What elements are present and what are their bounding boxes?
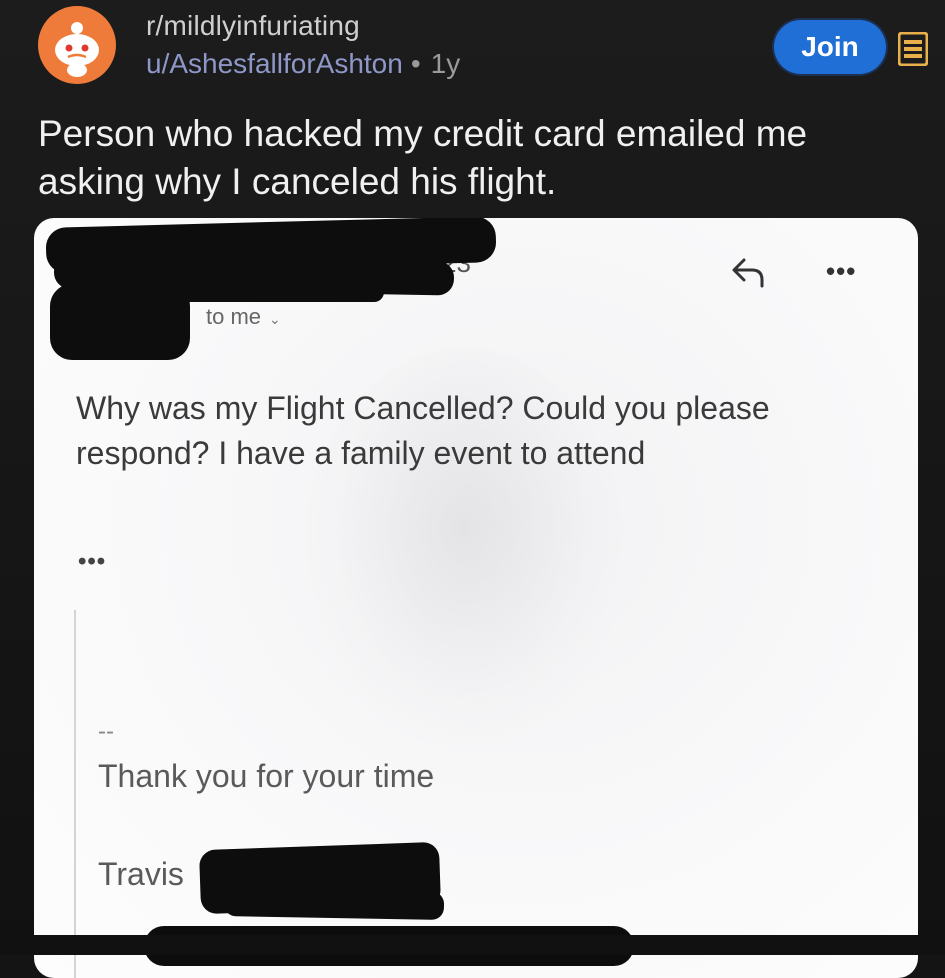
signature-dashes: -- bbox=[98, 718, 114, 745]
join-button[interactable]: Join bbox=[774, 20, 886, 74]
subreddit-name[interactable]: r/mildlyinfuriating bbox=[146, 10, 360, 42]
recipient-line[interactable]: to me ⌄ bbox=[206, 304, 281, 330]
signature-thanks: Thank you for your time bbox=[98, 758, 435, 794]
email-screenshot: 23 ••• to me⌄ Why was my Flight Cancelle… bbox=[34, 218, 918, 978]
menu-icon[interactable] bbox=[898, 32, 928, 66]
sender-redaction-strip bbox=[174, 282, 384, 302]
chevron-down-icon: ⌄ bbox=[269, 311, 281, 327]
show-trimmed-content[interactable]: ••• bbox=[78, 548, 106, 576]
recipient-label: to me bbox=[206, 304, 262, 329]
quoted-text-rule bbox=[74, 610, 76, 978]
reply-arrow-icon[interactable] bbox=[730, 256, 768, 288]
signature-redaction-bottom bbox=[223, 888, 445, 920]
reddit-snoo-icon bbox=[40, 8, 114, 82]
more-horizontal-icon[interactable]: ••• bbox=[826, 256, 856, 287]
meta-separator: • bbox=[410, 48, 421, 79]
post-title[interactable]: Person who hacked my credit card emailed… bbox=[38, 110, 908, 206]
author-username[interactable]: u/AshesfallforAshton bbox=[146, 48, 403, 79]
subreddit-avatar[interactable] bbox=[38, 6, 116, 84]
post-meta: u/AshesfallforAshton • 1y bbox=[146, 48, 460, 80]
email-body: Why was my Flight Cancelled? Could you p… bbox=[76, 390, 770, 471]
signature-name: Travis bbox=[98, 856, 184, 892]
screenshot-frame: r/mildlyinfuriating u/AshesfallforAshton… bbox=[0, 0, 945, 978]
sender-redaction-left bbox=[50, 284, 190, 360]
post-age: 1y bbox=[430, 48, 461, 79]
bottom-edge bbox=[0, 935, 945, 955]
